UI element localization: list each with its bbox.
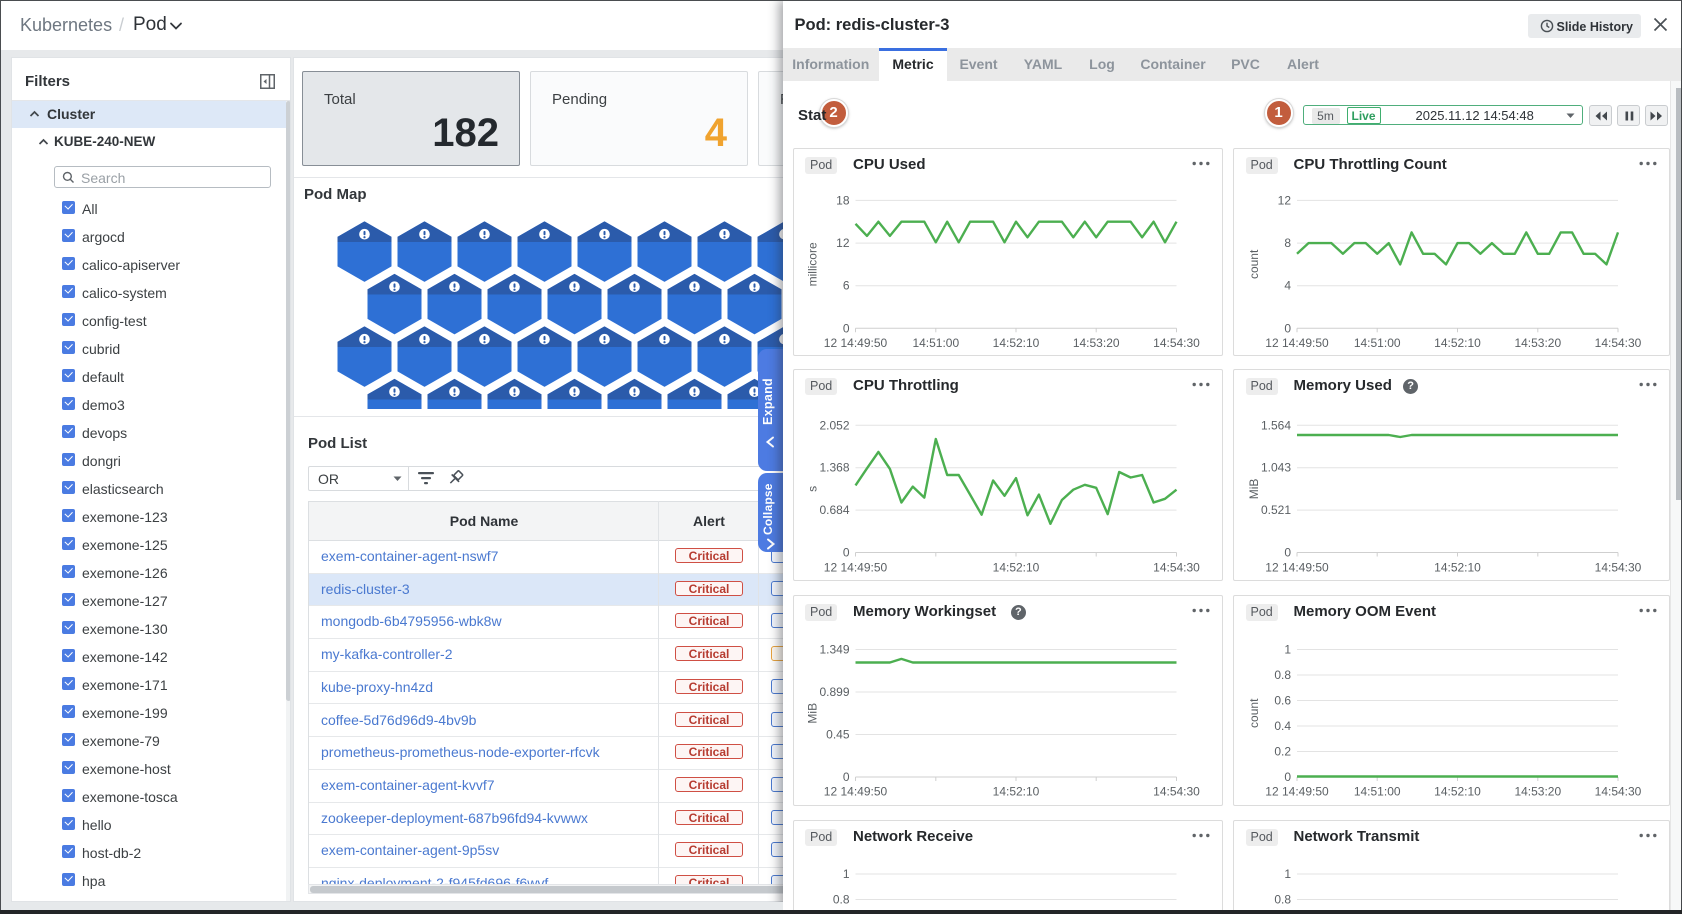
svg-text:14:52:10: 14:52:10 bbox=[992, 561, 1039, 575]
svg-text:14:51:00: 14:51:00 bbox=[912, 336, 959, 350]
svg-text:1.564: 1.564 bbox=[1261, 418, 1291, 432]
svg-text:MiB: MiB bbox=[1247, 479, 1261, 500]
svg-text:14:53:20: 14:53:20 bbox=[1072, 336, 1119, 350]
svg-text:millicore: millicore bbox=[805, 242, 819, 286]
svg-text:1.043: 1.043 bbox=[1261, 461, 1291, 475]
svg-text:0.684: 0.684 bbox=[819, 503, 849, 517]
svg-text:1.349: 1.349 bbox=[819, 643, 849, 657]
svg-text:count: count bbox=[1247, 698, 1261, 728]
svg-text:0.8: 0.8 bbox=[1274, 668, 1291, 682]
svg-text:4: 4 bbox=[1284, 279, 1291, 293]
svg-text:1: 1 bbox=[842, 867, 849, 881]
svg-text:14:52:10: 14:52:10 bbox=[1434, 561, 1481, 575]
svg-text:12 14:49:50: 12 14:49:50 bbox=[1265, 336, 1329, 350]
svg-text:14:53:20: 14:53:20 bbox=[1514, 336, 1561, 350]
svg-text:14:54:30: 14:54:30 bbox=[1595, 336, 1642, 350]
svg-text:1.368: 1.368 bbox=[819, 461, 849, 475]
svg-text:count: count bbox=[1247, 249, 1261, 279]
svg-text:0: 0 bbox=[1284, 770, 1291, 784]
svg-text:s: s bbox=[805, 486, 819, 492]
svg-text:0: 0 bbox=[1284, 546, 1291, 560]
svg-text:0.6: 0.6 bbox=[1274, 694, 1291, 708]
svg-text:14:51:00: 14:51:00 bbox=[1354, 336, 1401, 350]
svg-text:14:54:30: 14:54:30 bbox=[1153, 561, 1200, 575]
svg-text:0.521: 0.521 bbox=[1261, 503, 1291, 517]
svg-text:0: 0 bbox=[842, 770, 849, 784]
svg-text:0.2: 0.2 bbox=[1274, 745, 1291, 759]
svg-text:8: 8 bbox=[1284, 236, 1291, 250]
svg-text:0.899: 0.899 bbox=[819, 685, 849, 699]
svg-text:14:52:10: 14:52:10 bbox=[1434, 336, 1481, 350]
svg-text:12 14:49:50: 12 14:49:50 bbox=[823, 336, 887, 350]
svg-text:0: 0 bbox=[842, 546, 849, 560]
svg-text:14:52:10: 14:52:10 bbox=[992, 785, 1039, 799]
svg-text:14:51:00: 14:51:00 bbox=[1354, 785, 1401, 799]
svg-text:18: 18 bbox=[836, 193, 850, 207]
svg-text:0.4: 0.4 bbox=[1274, 719, 1291, 733]
svg-text:MiB: MiB bbox=[805, 703, 819, 724]
svg-text:14:54:30: 14:54:30 bbox=[1595, 561, 1642, 575]
svg-text:12: 12 bbox=[1278, 193, 1292, 207]
svg-text:0.8: 0.8 bbox=[1274, 893, 1291, 907]
svg-text:14:52:10: 14:52:10 bbox=[1434, 785, 1481, 799]
svg-text:14:53:20: 14:53:20 bbox=[1514, 785, 1561, 799]
svg-text:0: 0 bbox=[842, 321, 849, 335]
svg-text:1: 1 bbox=[1284, 867, 1291, 881]
svg-text:12: 12 bbox=[836, 236, 850, 250]
svg-text:12 14:49:50: 12 14:49:50 bbox=[823, 785, 887, 799]
svg-text:0.8: 0.8 bbox=[832, 893, 849, 907]
svg-text:12 14:49:50: 12 14:49:50 bbox=[823, 561, 887, 575]
svg-text:14:54:30: 14:54:30 bbox=[1153, 336, 1200, 350]
svg-text:6: 6 bbox=[842, 279, 849, 293]
svg-text:12 14:49:50: 12 14:49:50 bbox=[1265, 785, 1329, 799]
svg-text:2.052: 2.052 bbox=[819, 418, 849, 432]
svg-text:14:54:30: 14:54:30 bbox=[1153, 785, 1200, 799]
svg-text:1: 1 bbox=[1284, 643, 1291, 657]
svg-text:12 14:49:50: 12 14:49:50 bbox=[1265, 561, 1329, 575]
svg-text:14:54:30: 14:54:30 bbox=[1595, 785, 1642, 799]
svg-text:0.45: 0.45 bbox=[826, 728, 850, 742]
svg-text:14:52:10: 14:52:10 bbox=[992, 336, 1039, 350]
svg-text:0: 0 bbox=[1284, 321, 1291, 335]
